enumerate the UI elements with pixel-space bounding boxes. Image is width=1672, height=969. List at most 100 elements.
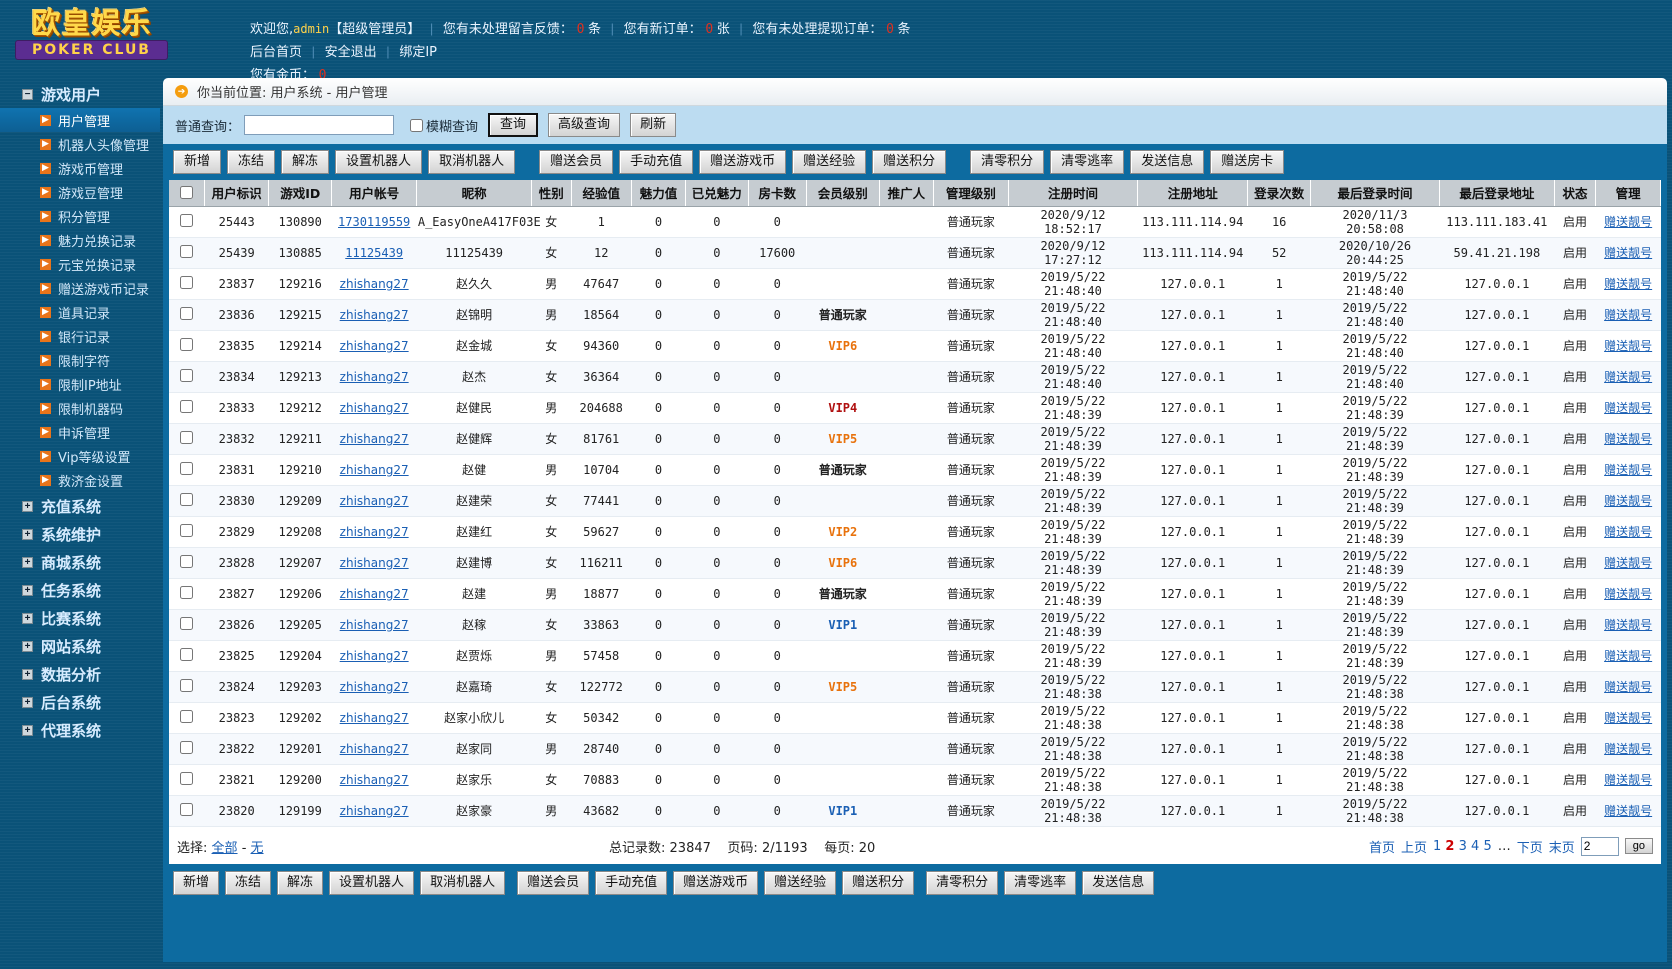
account-link[interactable]: zhishang27	[340, 711, 409, 725]
expand-icon[interactable]: +	[22, 529, 33, 540]
sidebar-item-0-10[interactable]: ▶限制字符	[0, 348, 160, 372]
go-button[interactable]: go	[1625, 838, 1653, 854]
row-select-cell[interactable]	[169, 671, 204, 702]
cell-manage[interactable]: 赠送靓号	[1596, 206, 1661, 237]
cell-manage[interactable]: 赠送靓号	[1596, 299, 1661, 330]
row-checkbox[interactable]	[180, 741, 193, 754]
toolbar-action-button-11[interactable]: 清零逃率	[1050, 150, 1124, 174]
account-link[interactable]: zhishang27	[340, 370, 409, 384]
toolbar-action-button-10[interactable]: 清零积分	[970, 150, 1044, 174]
row-checkbox[interactable]	[180, 338, 193, 351]
gift-nickname-link[interactable]: 赠送靓号	[1604, 308, 1652, 322]
sidebar-group-4[interactable]: +任务系统	[0, 576, 160, 604]
table-row[interactable]: 23831129210zhishang27赵健男10704000普通玩家普通玩家…	[169, 454, 1661, 485]
expand-icon[interactable]: +	[22, 669, 33, 680]
advanced-query-button[interactable]: 高级查询	[548, 113, 620, 137]
table-row[interactable]: 23835129214zhishang27赵金城女94360000VIP6普通玩…	[169, 330, 1661, 361]
expand-icon[interactable]: +	[22, 613, 33, 624]
cell-manage[interactable]: 赠送靓号	[1596, 609, 1661, 640]
gift-nickname-link[interactable]: 赠送靓号	[1604, 587, 1652, 601]
row-select-cell[interactable]	[169, 516, 204, 547]
expand-icon[interactable]: +	[22, 557, 33, 568]
fuzzy-search-box[interactable]	[410, 119, 423, 132]
page-link-3[interactable]: 3	[1459, 839, 1467, 854]
toolbar-action-button-4[interactable]: 取消机器人	[428, 150, 515, 174]
table-row[interactable]: 23829129208zhishang27赵建红女59627000VIP2普通玩…	[169, 516, 1661, 547]
link-bind-ip[interactable]: 绑定IP	[399, 45, 437, 60]
sidebar-group-0[interactable]: −游戏用户	[0, 80, 160, 108]
sidebar-item-0-1[interactable]: ▶机器人头像管理	[0, 132, 160, 156]
cell-manage[interactable]: 赠送靓号	[1596, 640, 1661, 671]
sidebar-item-0-11[interactable]: ▶限制IP地址	[0, 372, 160, 396]
select-none-link[interactable]: 无	[251, 841, 264, 856]
sidebar-item-0-7[interactable]: ▶赠送游戏币记录	[0, 276, 160, 300]
expand-icon[interactable]: +	[22, 585, 33, 596]
row-checkbox[interactable]	[180, 648, 193, 661]
account-link[interactable]: zhishang27	[340, 773, 409, 787]
sidebar-item-0-13[interactable]: ▶申诉管理	[0, 420, 160, 444]
table-row[interactable]: 23820129199zhishang27赵家豪男43682000VIP1普通玩…	[169, 795, 1661, 826]
row-checkbox[interactable]	[180, 803, 193, 816]
row-checkbox[interactable]	[180, 679, 193, 692]
account-link[interactable]: zhishang27	[340, 587, 409, 601]
gift-nickname-link[interactable]: 赠送靓号	[1604, 556, 1652, 570]
bottom-toolbar-action-button-9[interactable]: 赠送积分	[842, 871, 914, 895]
account-link[interactable]: 11125439	[345, 246, 403, 260]
bottom-toolbar-action-button-2[interactable]: 解冻	[277, 871, 323, 895]
expand-icon[interactable]: +	[22, 501, 33, 512]
row-select-cell[interactable]	[169, 206, 204, 237]
table-row[interactable]: 23823129202zhishang27赵家小欣儿女50342000普通玩家2…	[169, 702, 1661, 733]
bottom-toolbar-action-button-4[interactable]: 取消机器人	[420, 871, 505, 895]
account-link[interactable]: zhishang27	[340, 401, 409, 415]
cell-manage[interactable]: 赠送靓号	[1596, 392, 1661, 423]
bottom-toolbar-action-button-1[interactable]: 冻结	[225, 871, 271, 895]
next-page-link[interactable]: 下页	[1517, 837, 1543, 856]
page-link-2[interactable]: 2	[1445, 839, 1454, 854]
row-select-cell[interactable]	[169, 795, 204, 826]
account-link[interactable]: zhishang27	[340, 618, 409, 632]
bottom-toolbar-action-button-0[interactable]: 新增	[173, 871, 219, 895]
cell-manage[interactable]: 赠送靓号	[1596, 671, 1661, 702]
gift-nickname-link[interactable]: 赠送靓号	[1604, 494, 1652, 508]
row-checkbox[interactable]	[180, 772, 193, 785]
gift-nickname-link[interactable]: 赠送靓号	[1604, 401, 1652, 415]
toolbar-action-button-7[interactable]: 赠送游戏币	[699, 150, 786, 174]
link-logout[interactable]: 安全退出	[325, 45, 377, 60]
row-select-cell[interactable]	[169, 702, 204, 733]
cell-manage[interactable]: 赠送靓号	[1596, 733, 1661, 764]
row-select-cell[interactable]	[169, 299, 204, 330]
gift-nickname-link[interactable]: 赠送靓号	[1604, 215, 1652, 229]
table-row[interactable]: 23827129206zhishang27赵建男18877000普通玩家普通玩家…	[169, 578, 1661, 609]
sidebar-group-8[interactable]: +后台系统	[0, 688, 160, 716]
account-link[interactable]: zhishang27	[340, 649, 409, 663]
expand-icon[interactable]: +	[22, 725, 33, 736]
row-select-cell[interactable]	[169, 361, 204, 392]
page-link-5[interactable]: 5	[1483, 839, 1491, 854]
table-row[interactable]: 23822129201zhishang27赵家同男28740000普通玩家201…	[169, 733, 1661, 764]
row-select-cell[interactable]	[169, 547, 204, 578]
goto-page-input[interactable]	[1581, 837, 1619, 856]
cell-manage[interactable]: 赠送靓号	[1596, 237, 1661, 268]
account-link[interactable]: zhishang27	[340, 339, 409, 353]
sidebar-group-9[interactable]: +代理系统	[0, 716, 160, 744]
first-page-link[interactable]: 首页	[1369, 837, 1395, 856]
expand-icon[interactable]: +	[22, 641, 33, 652]
row-select-cell[interactable]	[169, 764, 204, 795]
sidebar-item-0-2[interactable]: ▶游戏币管理	[0, 156, 160, 180]
gift-nickname-link[interactable]: 赠送靓号	[1604, 525, 1652, 539]
row-checkbox[interactable]	[180, 307, 193, 320]
refresh-button[interactable]: 刷新	[630, 113, 676, 137]
sidebar-group-7[interactable]: +数据分析	[0, 660, 160, 688]
gift-nickname-link[interactable]: 赠送靓号	[1604, 742, 1652, 756]
gift-nickname-link[interactable]: 赠送靓号	[1604, 339, 1652, 353]
prev-page-link[interactable]: 上页	[1401, 837, 1427, 856]
select-all-checkbox[interactable]	[180, 186, 193, 199]
row-checkbox[interactable]	[180, 493, 193, 506]
toolbar-action-button-9[interactable]: 赠送积分	[872, 150, 946, 174]
link-home[interactable]: 后台首页	[250, 45, 302, 60]
gift-nickname-link[interactable]: 赠送靓号	[1604, 370, 1652, 384]
table-row[interactable]: 23824129203zhishang27赵嘉琦女122772000VIP5普通…	[169, 671, 1661, 702]
gift-nickname-link[interactable]: 赠送靓号	[1604, 432, 1652, 446]
table-row[interactable]: 254391308851112543911125439女120017600普通玩…	[169, 237, 1661, 268]
row-checkbox[interactable]	[180, 276, 193, 289]
